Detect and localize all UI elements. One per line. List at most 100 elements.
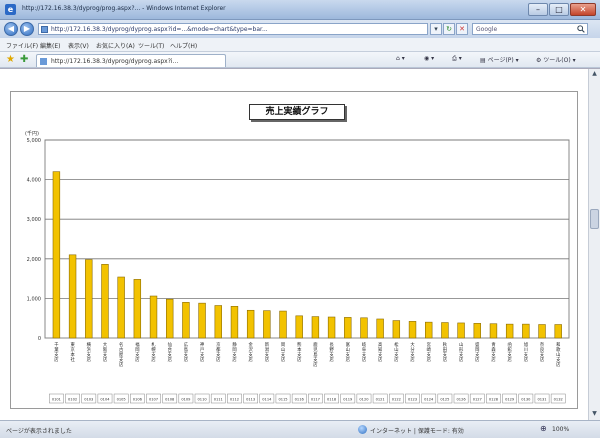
minimize-button[interactable]: –	[528, 3, 548, 16]
code-label: 0105	[117, 398, 126, 402]
stop-button[interactable]: ✕	[456, 23, 468, 35]
x-tick-label: 新潟支店	[265, 341, 270, 363]
bar	[68, 254, 77, 339]
url-input[interactable]: http://172.16.38.3/dyprog/dyprog.aspx?id…	[38, 23, 428, 35]
x-tick-label: 旭川支店	[524, 341, 529, 363]
zoom-icon[interactable]: ⊕	[540, 424, 547, 433]
x-tick-label: 函館支店	[508, 341, 513, 363]
bar	[182, 302, 190, 339]
code-label: 0115	[278, 398, 287, 402]
code-label: 0120	[359, 398, 369, 402]
menu-view[interactable]: 表示(V)	[68, 41, 89, 50]
code-label: 0102	[68, 398, 77, 402]
bar	[279, 310, 287, 339]
zoom-level[interactable]: 100%	[552, 426, 569, 433]
code-label: 0116	[295, 398, 305, 402]
code-label: 0125	[440, 398, 449, 402]
bar	[441, 322, 449, 339]
code-label: 0122	[392, 398, 401, 402]
search-placeholder: Google	[476, 26, 498, 33]
x-tick-label: 宮崎支店	[427, 341, 432, 363]
y-tick-label: 1,000	[27, 296, 41, 302]
bar	[166, 298, 174, 339]
bar	[214, 305, 222, 339]
tab-label: http://172.16.38.3/dyprog/dyprog.aspx?i.…	[51, 58, 179, 65]
code-label: 0131	[537, 398, 546, 402]
forward-button[interactable]: ▶	[20, 22, 34, 36]
close-button[interactable]: ✕	[570, 3, 596, 16]
page-content: (千円) 0 1,000 2,000 3,000 4,000 5,000 千葉支店 0101 東京…	[0, 68, 600, 421]
vertical-scrollbar[interactable]: ▲ ▼	[588, 69, 600, 421]
code-label: 0117	[311, 398, 320, 402]
code-label: 0127	[473, 398, 482, 402]
x-tick-label: 鹿児島支店	[313, 341, 318, 368]
tab-page-icon	[40, 58, 47, 65]
menu-favorites[interactable]: お気に入り(A)	[96, 41, 135, 50]
search-icon[interactable]	[577, 25, 585, 33]
favorites-star-icon[interactable]: ★	[6, 54, 15, 65]
y-tick-label: 3,000	[27, 217, 41, 223]
x-tick-label: 岡山支店	[281, 342, 286, 363]
print-icon[interactable]: ⎙ ▾	[452, 55, 462, 63]
back-button[interactable]: ◀	[4, 22, 18, 36]
security-zone[interactable]: インターネット | 保護モード: 有効	[370, 426, 464, 435]
y-tick-label: 5,000	[27, 138, 41, 144]
bar	[327, 316, 336, 339]
bar	[344, 317, 352, 339]
status-bar: ページが表示されました インターネット | 保護モード: 有効 ⊕ 100%	[0, 420, 600, 438]
browser-tab[interactable]: http://172.16.38.3/dyprog/dyprog.aspx?i.…	[36, 54, 226, 67]
x-tick-label: 金沢支店	[249, 341, 254, 363]
y-tick-label: 4,000	[27, 178, 41, 184]
scroll-down-arrow-icon[interactable]: ▼	[590, 410, 599, 419]
url-text: http://172.16.38.3/dyprog/dyprog.aspx?id…	[51, 26, 268, 33]
code-label: 0128	[489, 398, 499, 402]
address-dropdown-button[interactable]: ▾	[430, 23, 442, 35]
y-unit-label: (千円)	[25, 130, 39, 137]
x-tick-label: 神戸支店	[200, 341, 205, 363]
x-tick-label: 静岡支店	[232, 341, 237, 363]
bar	[263, 310, 271, 339]
status-text: ページが表示されました	[6, 428, 72, 435]
bar	[149, 295, 158, 339]
scroll-thumb[interactable]	[590, 209, 599, 229]
code-label: 0119	[343, 398, 353, 402]
x-tick-label: 山形支店	[459, 341, 464, 363]
x-tick-label: 広島支店	[184, 341, 189, 363]
window-title: http://172.16.38.3/dyprog/prog.aspx?... …	[22, 5, 226, 12]
x-tick-label: 千葉支店	[54, 341, 59, 363]
code-label: 0132	[554, 398, 563, 402]
code-label: 0109	[181, 398, 191, 402]
x-tick-label: 福岡支店	[135, 341, 140, 363]
bar	[505, 323, 514, 339]
menu-tools[interactable]: ツール(T)	[138, 41, 164, 50]
bar	[408, 321, 417, 339]
home-icon[interactable]: ⌂ ▾	[396, 55, 405, 62]
address-bar: ◀ ▶ http://172.16.38.3/dyprog/dyprog.asp…	[0, 20, 600, 38]
bar	[117, 276, 125, 339]
bar	[489, 323, 498, 339]
bar	[230, 306, 239, 339]
feeds-icon[interactable]: ◉ ▾	[424, 55, 434, 62]
page-menu-button[interactable]: ▤ ページ(P) ▾	[480, 55, 519, 64]
code-label: 0123	[408, 398, 417, 402]
x-tick-label: 富山支店	[346, 341, 351, 363]
menu-file[interactable]: ファイル(F)	[6, 41, 38, 50]
search-input[interactable]: Google	[472, 23, 588, 35]
bar	[538, 324, 546, 339]
refresh-button[interactable]: ↻	[443, 23, 455, 35]
code-label: 0104	[100, 398, 110, 402]
bar	[457, 322, 465, 339]
x-tick-label: 高知支店	[378, 341, 383, 363]
x-tick-label: 盛岡支店	[475, 341, 480, 363]
menu-edit[interactable]: 編集(E)	[40, 41, 60, 50]
code-label: 0101	[52, 398, 61, 402]
tools-menu-button[interactable]: ⚙ ツール(O) ▾	[536, 55, 576, 64]
code-label: 0112	[230, 398, 239, 402]
scroll-up-arrow-icon[interactable]: ▲	[590, 70, 599, 79]
menu-help[interactable]: ヘルプ(H)	[170, 41, 197, 50]
menu-bar: ファイル(F) 編集(E) 表示(V) お気に入り(A) ツール(T) ヘルプ(…	[0, 38, 600, 52]
maximize-button[interactable]: □	[549, 3, 569, 16]
code-label: 0118	[327, 398, 337, 402]
add-favorite-icon[interactable]: ✚	[20, 54, 28, 65]
x-tick-label: 大阪支店	[103, 341, 108, 363]
